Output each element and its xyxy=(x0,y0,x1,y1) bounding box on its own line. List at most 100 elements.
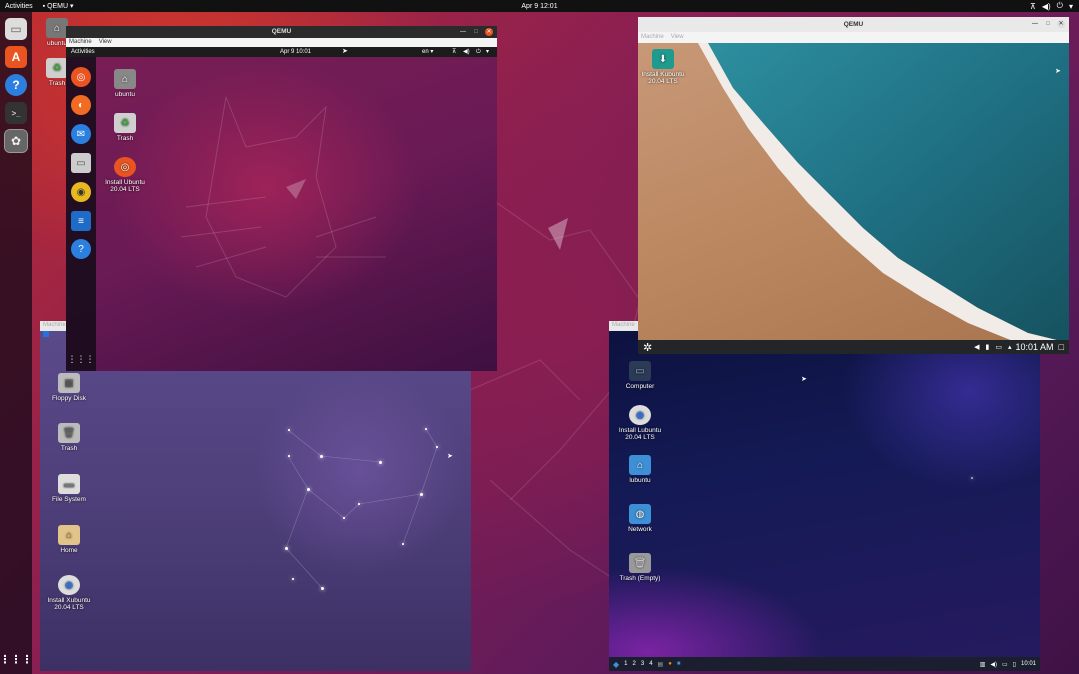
show-applications-icon[interactable]: ⋮⋮⋮ xyxy=(0,648,33,670)
volume-icon[interactable]: ◀ xyxy=(974,343,979,351)
lubuntu-start-icon[interactable]: ◆ xyxy=(613,660,619,669)
minimize-icon[interactable]: — xyxy=(459,28,467,36)
power-icon[interactable]: ⏻ xyxy=(476,47,481,57)
lubuntu-icon-network[interactable]: ◍ Network xyxy=(615,504,665,533)
lubuntu-icon-install[interactable]: ◉ Install Lubuntu 20.04 LTS xyxy=(615,405,665,441)
kubuntu-icon-install[interactable]: ⬇ Install Kubuntu 20.04 LTS xyxy=(638,49,688,85)
ubuntu-installer-icon[interactable]: ◎ xyxy=(71,67,91,87)
keyboard-icon[interactable]: ▥ xyxy=(980,661,986,668)
kde-clock[interactable]: 10:01 AM xyxy=(1016,342,1054,352)
guest-activities-button[interactable]: Activities xyxy=(71,47,95,57)
lubuntu-taskbar: ◆ 1 2 3 4 ▤ ● ■ ▥ ◀) ▭ ▯ 10:01 xyxy=(609,657,1040,671)
guest-clock[interactable]: Apr 9 10:01 xyxy=(280,47,311,57)
menu-machine[interactable]: Machine xyxy=(612,321,635,331)
qemu-window-lubuntu[interactable]: Machine ▭ Computer ◉ Install Lubuntu 20.… xyxy=(609,321,1040,671)
ubuntu-guest-dock: ◎ ◐ ✉ ▭ ◉ ≡ ? ⋮⋮⋮ xyxy=(66,57,96,371)
launcher-icon[interactable]: ■ xyxy=(677,661,681,667)
kubuntu-menu-bar: Machine View xyxy=(638,32,1069,43)
network-icon[interactable]: ⊼ xyxy=(1030,2,1036,11)
lubuntu-icon-trash[interactable]: 🗑 Trash (Empty) xyxy=(615,553,665,582)
mouse-cursor-icon: ➤ xyxy=(342,48,348,55)
activities-button[interactable]: Activities xyxy=(5,3,33,10)
ubuntu-guest-icon-install[interactable]: ◎ Install Ubuntu 20.04 LTS xyxy=(100,157,150,193)
maximize-icon[interactable]: □ xyxy=(1044,20,1052,28)
menu-machine[interactable]: Machine xyxy=(641,32,664,43)
home-folder-icon: ⌂ xyxy=(629,455,651,475)
close-icon[interactable]: ✕ xyxy=(1057,20,1065,28)
install-ubuntu-icon: ◎ xyxy=(114,157,136,177)
window-title: QEMU xyxy=(843,21,864,28)
host-desktop: Activities ▪ QEMU ▾ Apr 9 12:01 ⊼ ◀) ⏻ ▾… xyxy=(0,0,1079,674)
minimize-icon[interactable]: — xyxy=(1031,20,1039,28)
ubuntu-guest-screen[interactable]: Activities Apr 9 10:01 ➤ en ▾ ⊼ ◀) ⏻ ▾ ◎… xyxy=(66,47,497,371)
network-icon[interactable]: ⊼ xyxy=(452,47,456,57)
install-download-icon: ⬇ xyxy=(652,49,674,69)
lubuntu-guest-screen[interactable]: ▭ Computer ◉ Install Lubuntu 20.04 LTS ⌂… xyxy=(609,331,1040,671)
chevron-down-icon[interactable]: ▾ xyxy=(486,47,489,57)
qemu-window-ubuntu[interactable]: QEMU — □ ✕ Machine View Activities Apr 9… xyxy=(66,26,497,375)
expand-tray-icon[interactable]: ▴ xyxy=(1008,343,1012,351)
trash-icon: ♻ xyxy=(114,113,136,133)
qemu-dock-icon[interactable]: ✿ xyxy=(4,129,28,153)
files-icon[interactable]: ▭ xyxy=(5,18,27,40)
kubuntu-guest-screen[interactable]: ⬇ Install Kubuntu 20.04 LTS ➤ ✲ ◀ ▮ ▭ ▴ … xyxy=(638,43,1069,354)
files-icon[interactable]: ▭ xyxy=(71,153,91,173)
language-indicator[interactable]: en ▾ xyxy=(422,47,433,57)
workspace-3[interactable]: 3 xyxy=(641,661,644,667)
workspace-4[interactable]: 4 xyxy=(649,661,652,667)
workspace-2[interactable]: 2 xyxy=(633,661,636,667)
firefox-icon[interactable]: ◐ xyxy=(71,95,91,115)
file-manager-icon[interactable]: ▤ xyxy=(658,661,664,668)
maximize-icon[interactable]: □ xyxy=(472,28,480,36)
app-menu-label: QEMU xyxy=(47,3,69,10)
libreoffice-writer-icon[interactable]: ≡ xyxy=(71,211,91,231)
volume-icon[interactable]: ◀) xyxy=(1042,2,1051,11)
qemu-window-kubuntu[interactable]: QEMU — □ ✕ Machine View ⬇ Install Kubunt… xyxy=(638,17,1069,367)
display-icon[interactable]: ▭ xyxy=(1002,661,1008,668)
lubuntu-clock[interactable]: 10:01 xyxy=(1021,661,1036,667)
star xyxy=(971,477,973,479)
menu-view[interactable]: View xyxy=(99,38,112,47)
qemu-app-icon: ▪ xyxy=(42,3,46,10)
show-desktop-icon[interactable]: □ xyxy=(1059,342,1064,352)
kubuntu-wallpaper xyxy=(698,43,1069,354)
home-folder-icon: ⌂ xyxy=(46,18,68,38)
ubuntu-menu-bar: Machine View xyxy=(66,38,497,47)
mouse-cursor-icon: ➤ xyxy=(1055,68,1061,75)
rhythmbox-icon[interactable]: ◉ xyxy=(71,182,91,202)
trash-icon: 🗑 xyxy=(629,553,651,573)
terminal-icon[interactable]: >_ xyxy=(5,102,27,124)
kde-panel: ✲ ◀ ▮ ▭ ▴ 10:01 AM □ xyxy=(638,340,1069,354)
ubuntu-guest-top-bar: Activities Apr 9 10:01 ➤ en ▾ ⊼ ◀) ⏻ ▾ xyxy=(66,47,497,57)
chevron-down-icon[interactable]: ▾ xyxy=(1069,2,1073,11)
power-icon[interactable]: ⏻ xyxy=(1057,1,1063,11)
ubuntu-guest-icon-home[interactable]: ⌂ ubuntu xyxy=(100,69,150,98)
firefox-icon[interactable]: ● xyxy=(668,661,672,667)
app-menu[interactable]: ▪ QEMU ▾ xyxy=(43,2,74,10)
clipboard-icon[interactable]: ▮ xyxy=(986,343,990,351)
menu-machine[interactable]: Machine xyxy=(43,321,66,331)
thunderbird-icon[interactable]: ✉ xyxy=(71,124,91,144)
volume-icon[interactable]: ◀) xyxy=(990,661,997,668)
notes-icon[interactable]: ▯ xyxy=(1013,661,1016,668)
host-dock: ▭ A ? >_ ✿ ⋮⋮⋮ xyxy=(0,12,33,674)
volume-icon[interactable]: ◀) xyxy=(463,47,470,57)
home-folder-icon: ⌂ xyxy=(114,69,136,89)
close-icon[interactable]: ✕ xyxy=(485,28,493,36)
kde-application-launcher-icon[interactable]: ✲ xyxy=(643,341,652,354)
help-icon[interactable]: ? xyxy=(5,74,27,96)
display-icon[interactable]: ▭ xyxy=(995,343,1002,351)
wallpaper-cat-outline xyxy=(180,96,386,298)
host-clock[interactable]: Apr 9 12:01 xyxy=(521,3,557,10)
xubuntu-guest-screen[interactable]: ▣ Floppy Disk 🗑 Trash ▬ File System ⌂ Ho… xyxy=(40,331,471,671)
help-icon[interactable]: ? xyxy=(71,239,91,259)
lubuntu-icon-home[interactable]: ⌂ lubuntu xyxy=(615,455,665,484)
kubuntu-window-titlebar[interactable]: QEMU — □ ✕ xyxy=(638,17,1069,32)
menu-machine[interactable]: Machine xyxy=(69,38,92,47)
show-applications-icon[interactable]: ⋮⋮⋮ xyxy=(68,349,95,369)
menu-view[interactable]: View xyxy=(671,32,684,43)
ubuntu-window-titlebar[interactable]: QEMU — □ ✕ xyxy=(66,26,497,38)
ubuntu-guest-icon-trash[interactable]: ♻ Trash xyxy=(100,113,150,142)
workspace-1[interactable]: 1 xyxy=(624,661,627,667)
software-center-icon[interactable]: A xyxy=(5,46,27,68)
